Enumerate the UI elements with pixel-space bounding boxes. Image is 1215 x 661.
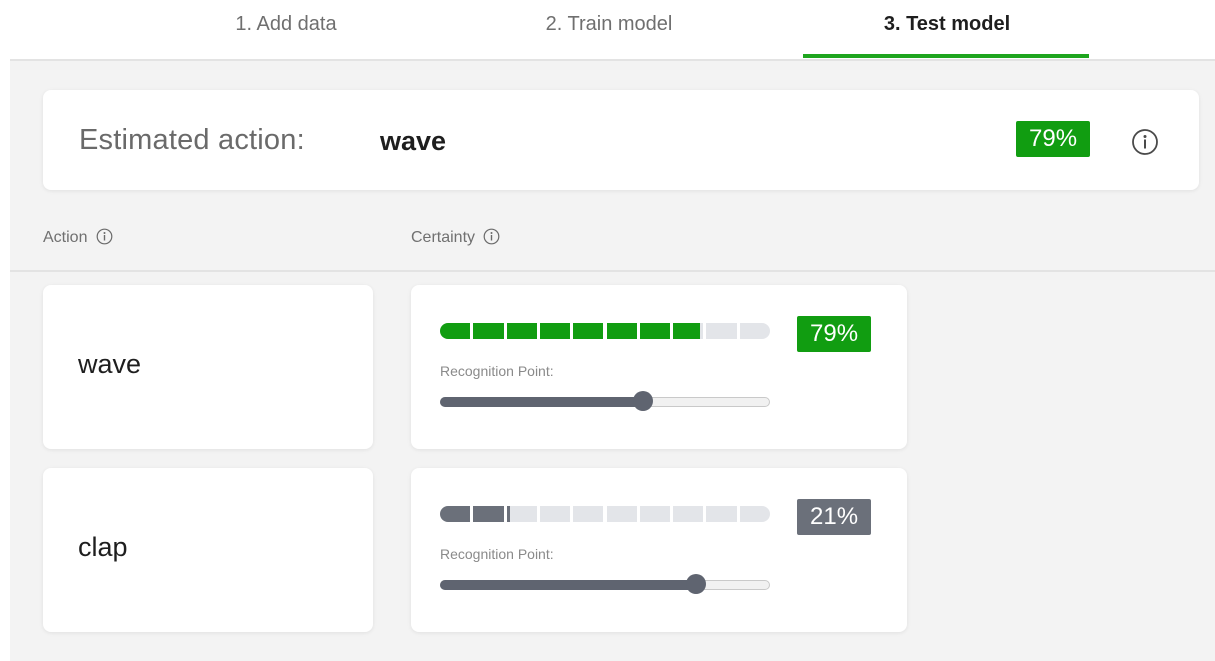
certainty-card-clap: 21% Recognition Point: (411, 468, 907, 632)
certainty-badge: 79% (797, 316, 872, 352)
slider-fill (440, 580, 696, 590)
estimated-action-label: Estimated action: (79, 124, 305, 156)
certainty-segment (473, 323, 504, 339)
recognition-point-label: Recognition Point: (440, 546, 554, 562)
action-info-icon[interactable] (96, 228, 113, 245)
certainty-segment (706, 323, 737, 339)
certainty-segment (639, 506, 671, 522)
certainty-card-wave: 79% Recognition Point: (411, 285, 907, 449)
certainty-segment (573, 506, 604, 522)
estimated-action-card: Estimated action: wave 79% (43, 90, 1199, 190)
slider-fill (440, 397, 644, 407)
recognition-point-label: Recognition Point: (440, 363, 554, 379)
certainty-segment (440, 323, 471, 339)
certainty-badge: 21% (797, 499, 872, 535)
certainty-segment (440, 506, 471, 522)
certainty-segment (539, 323, 571, 339)
list-divider (10, 270, 1215, 272)
info-icon[interactable] (1131, 128, 1159, 156)
active-tab-indicator (803, 54, 1089, 58)
certainty-segment (673, 506, 704, 522)
certainty-segment (706, 506, 737, 522)
action-name: clap (78, 532, 128, 562)
certainty-segment (606, 506, 637, 522)
action-name: wave (78, 349, 142, 379)
tab-test-model[interactable]: 3. Test model (868, 9, 1026, 39)
certainty-segment (539, 506, 571, 522)
certainty-bar (440, 506, 770, 522)
certainty-segment (606, 323, 637, 339)
certainty-segment (673, 323, 704, 339)
certainty-segment (739, 323, 770, 339)
certainty-segment (506, 323, 537, 339)
step-tabs: 1. Add data 2. Train model 3. Test model (0, 0, 1215, 60)
certainty-bar (440, 323, 770, 339)
action-card-wave[interactable]: wave (43, 285, 373, 449)
tab-train-model[interactable]: 2. Train model (526, 9, 692, 39)
action-column-label: Action (43, 229, 88, 246)
slider-thumb[interactable] (685, 574, 706, 594)
certainty-segment (573, 323, 604, 339)
tab-add-data[interactable]: 1. Add data (221, 9, 351, 39)
recognition-point-slider[interactable] (440, 391, 770, 411)
certainty-info-icon[interactable] (483, 228, 500, 245)
certainty-column-header: Certainty (411, 227, 500, 249)
certainty-column-label: Certainty (411, 229, 476, 246)
certainty-segment (639, 323, 671, 339)
slider-thumb[interactable] (633, 391, 654, 411)
certainty-segment (506, 506, 537, 522)
recognition-point-slider[interactable] (440, 574, 770, 594)
estimated-action-value: wave (380, 126, 447, 156)
action-card-clap[interactable]: clap (43, 468, 373, 632)
certainty-segment (739, 506, 770, 522)
estimated-certainty-badge: 79% (1016, 121, 1091, 157)
action-column-header: Action (43, 227, 113, 249)
tabs-divider (10, 59, 1215, 61)
certainty-segment (473, 506, 504, 522)
